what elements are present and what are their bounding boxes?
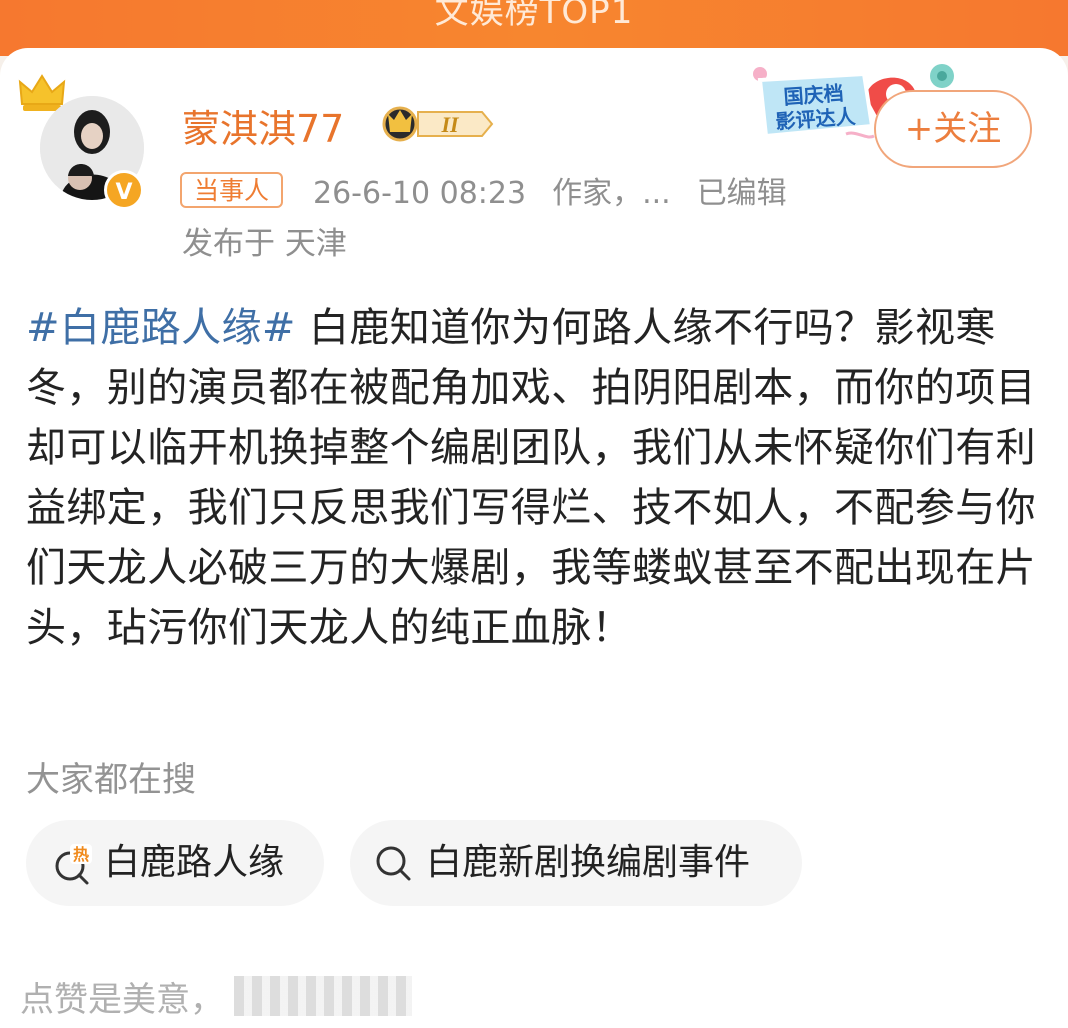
post-body: #白鹿路人缘# 白鹿知道你为何路人缘不行吗？影视寒冬，别的演员都在被配角加戏、拍…: [26, 298, 1036, 658]
post-location: 发布于 天津: [182, 226, 347, 262]
hot-label: 热: [73, 845, 89, 864]
username[interactable]: 蒙淇淇77: [182, 98, 344, 153]
footer-note: 点赞是美意，: [20, 980, 224, 1020]
participant-tag: 当事人: [180, 172, 284, 208]
edited-label[interactable]: 已编辑: [697, 176, 787, 211]
post-timestamp: 26-6-10 08:23: [313, 176, 527, 211]
search-chip-label: 白鹿新剧换编剧事件: [426, 842, 751, 883]
post-meta: 26-6-10 08:23 作家，... 已编辑: [313, 168, 813, 212]
verified-icon: V: [104, 170, 144, 210]
hashtag-link[interactable]: #白鹿路人缘#: [26, 305, 296, 351]
search-icon: [376, 846, 411, 881]
footer-blurred-text: [234, 976, 412, 1016]
search-chip-bailu-popularity[interactable]: 热 白鹿路人缘: [26, 820, 324, 906]
post-source: 作家，...: [552, 176, 671, 211]
follow-button[interactable]: +关注: [874, 90, 1032, 168]
post-body-text: 白鹿知道你为何路人缘不行吗？影视寒冬，别的演员都在被配角加戏、拍阴阳剧本，而你的…: [26, 305, 1036, 651]
trending-search-heading: 大家都在搜: [26, 760, 196, 800]
vip-level-icon: II: [382, 106, 494, 142]
search-chip-script-change[interactable]: 白鹿新剧换编剧事件: [350, 820, 802, 906]
banner-title: 文娱榜TOP1: [434, 0, 634, 32]
vip-level-text: II: [440, 112, 460, 137]
search-chip-label: 白鹿路人缘: [104, 842, 285, 883]
hot-search-icon: 热: [55, 844, 92, 885]
